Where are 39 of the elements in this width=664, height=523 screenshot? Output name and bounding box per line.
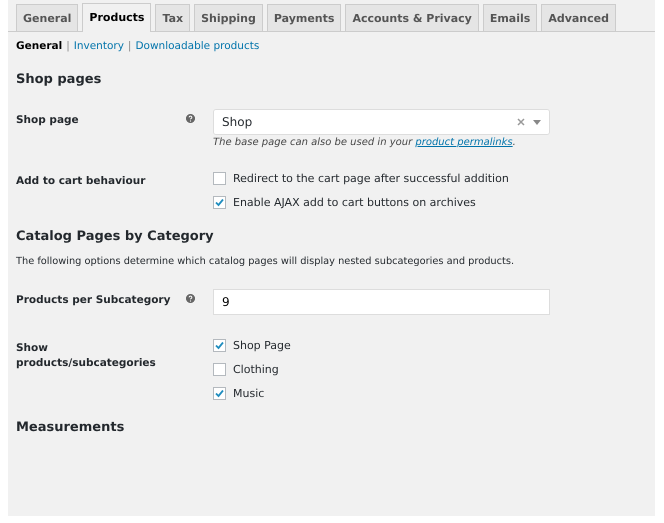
section-heading: Measurements <box>16 420 126 435</box>
tab[interactable]: Products <box>82 3 152 32</box>
checkbox[interactable] <box>213 363 226 376</box>
checkbox[interactable] <box>213 196 226 209</box>
help-icon[interactable] <box>186 294 195 303</box>
checkbox[interactable] <box>213 339 226 352</box>
permalinks-link[interactable]: product permalinks <box>415 137 513 148</box>
tab[interactable]: Payments <box>266 4 342 31</box>
section-heading: Catalog Pages by Category <box>16 229 215 244</box>
subnav-link[interactable]: General <box>16 40 62 52</box>
help-icon[interactable] <box>186 114 195 123</box>
checkbox[interactable] <box>213 172 226 185</box>
field-label: Shop page <box>16 113 80 128</box>
separator: | <box>128 40 132 52</box>
shop-page-select[interactable]: Shop <box>213 109 550 135</box>
checkbox-label: Clothing <box>233 363 279 376</box>
clear-icon[interactable] <box>517 118 525 126</box>
section-description: The following options determine which catalog pages will display nested subcategories and products. <box>16 256 516 267</box>
tab[interactable]: General <box>16 4 78 31</box>
separator: | <box>66 40 70 52</box>
tab[interactable]: Emails <box>482 4 538 31</box>
subnav-link[interactable]: Downloadable products <box>135 40 260 52</box>
checkbox-label: Enable AJAX add to cart buttons on archives <box>233 196 476 209</box>
section-heading: Shop pages <box>16 72 102 87</box>
caret-icon[interactable] <box>533 120 541 124</box>
checkbox-label: Redirect to the cart page after successful addition <box>233 172 509 185</box>
tab[interactable]: Shipping <box>194 4 263 31</box>
checkbox-label: Shop Page <box>233 339 291 352</box>
field-label: Add to cart behaviour <box>16 174 146 189</box>
tab[interactable]: Accounts & Privacy <box>345 4 479 31</box>
tab[interactable]: Advanced <box>541 4 616 31</box>
field-label: Products per Subcategory <box>16 293 172 308</box>
checkbox[interactable] <box>213 387 226 400</box>
field-label: Show products/subcategories <box>16 341 157 371</box>
checkbox-label: Music <box>233 387 264 400</box>
subnav-link[interactable]: Inventory <box>74 40 124 52</box>
tab[interactable]: Tax <box>155 4 190 31</box>
input-field[interactable]: 9 <box>213 289 550 315</box>
field-description: The base page can also be used in your product permalinks. <box>213 137 517 148</box>
